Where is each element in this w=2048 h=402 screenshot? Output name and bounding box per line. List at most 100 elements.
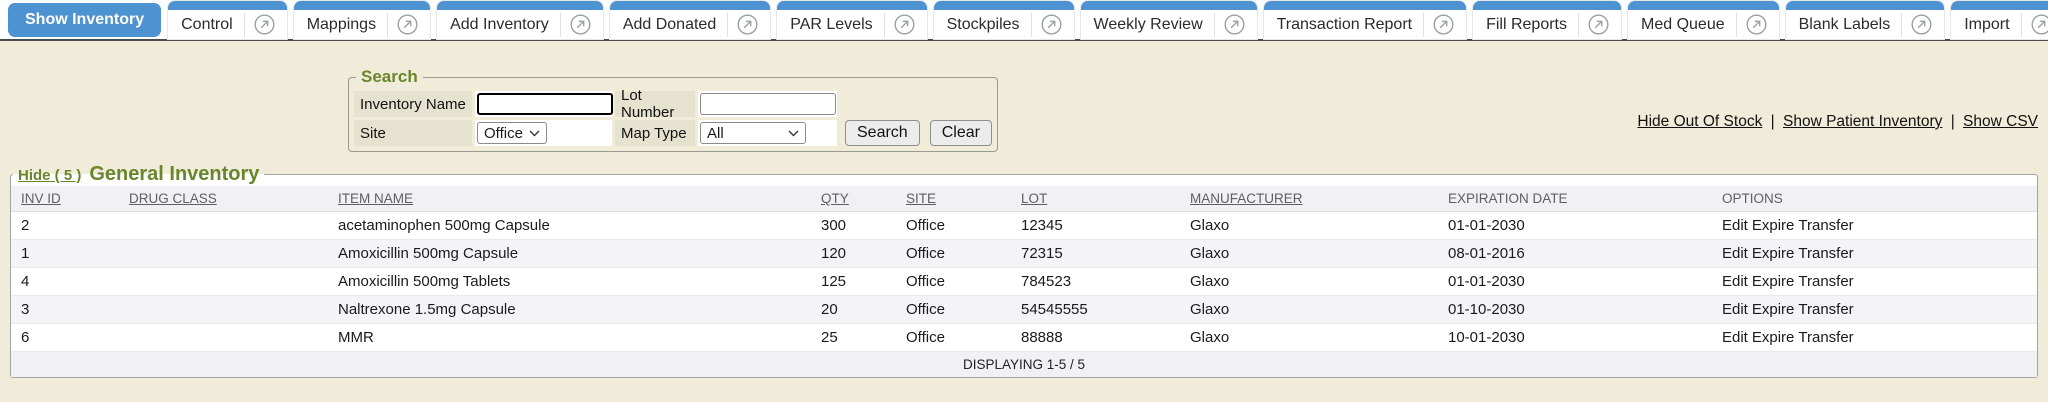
tab-add-donated[interactable]: Add Donated: [610, 1, 770, 39]
tab-add-inventory[interactable]: Add Inventory: [437, 1, 603, 39]
inventory-row: 2acetaminophen 500mg Capsule300Office123…: [11, 212, 2037, 240]
tab-top-accent: [777, 1, 926, 10]
inventory-name-input[interactable]: [477, 93, 613, 115]
open-in-new-window-icon[interactable]: [569, 13, 600, 36]
expire-link[interactable]: Expire: [1752, 245, 1795, 262]
open-in-new-window-icon[interactable]: [253, 13, 284, 36]
inventory-table-body: 2acetaminophen 500mg Capsule300Office123…: [11, 212, 2037, 352]
column-header-lot[interactable]: LOT: [1011, 186, 1180, 212]
tab-divider: [1423, 13, 1424, 37]
cell-manufacturer: Glaxo: [1180, 212, 1438, 240]
cell-qty: 25: [811, 324, 896, 352]
column-header-item-name[interactable]: ITEM NAME: [328, 186, 811, 212]
site-label: Site: [354, 120, 472, 146]
column-header-site[interactable]: SITE: [896, 186, 1011, 212]
open-in-new-window-icon[interactable]: [893, 13, 924, 36]
cell-site: Office: [896, 240, 1011, 268]
tab-par-levels[interactable]: PAR Levels: [777, 1, 926, 39]
column-header-drug-class[interactable]: DRUG CLASS: [119, 186, 328, 212]
open-in-new-window-icon[interactable]: [736, 13, 767, 36]
expire-link[interactable]: Expire: [1752, 273, 1795, 290]
open-in-new-window-icon[interactable]: [1587, 13, 1618, 36]
tab-label: Transaction Report: [1277, 16, 1412, 34]
tab-divider: [727, 13, 728, 37]
expire-link[interactable]: Expire: [1752, 329, 1795, 346]
open-in-new-window-icon[interactable]: [2030, 13, 2048, 36]
tab-top-accent: [1628, 1, 1779, 10]
cell-manufacturer: Glaxo: [1180, 324, 1438, 352]
tab-import[interactable]: Import: [1951, 1, 2048, 39]
tab-top-accent: [1786, 1, 1945, 10]
cell-item-name: Amoxicillin 500mg Tablets: [328, 268, 811, 296]
tab-control[interactable]: Control: [168, 1, 287, 39]
map-type-label: Map Type: [615, 120, 695, 146]
cell-inv-id: 3: [11, 296, 119, 324]
tab-divider: [1031, 13, 1032, 37]
show-patient-inventory-link[interactable]: Show Patient Inventory: [1783, 113, 1942, 130]
edit-link[interactable]: Edit: [1722, 245, 1748, 262]
tab-divider: [884, 13, 885, 37]
hide-out-of-stock-link[interactable]: Hide Out Of Stock: [1637, 113, 1762, 130]
link-separator: |: [1947, 113, 1959, 130]
tab-show-inventory[interactable]: Show Inventory: [8, 3, 161, 37]
cell-site: Office: [896, 324, 1011, 352]
cell-expiration-date: 08-01-2016: [1438, 240, 1712, 268]
lot-number-input[interactable]: [700, 93, 836, 115]
open-in-new-window-icon[interactable]: [1910, 13, 1941, 36]
tab-top-accent: [610, 1, 770, 10]
open-in-new-window-icon[interactable]: [1432, 13, 1463, 36]
open-in-new-window-icon[interactable]: [1040, 13, 1071, 36]
clear-button[interactable]: Clear: [930, 120, 992, 146]
tab-top-accent: [934, 1, 1074, 10]
tab-divider: [1736, 13, 1737, 37]
tab-label: Med Queue: [1641, 16, 1725, 34]
map-type-select[interactable]: All: [700, 122, 806, 144]
tab-fill-reports[interactable]: Fill Reports: [1473, 1, 1621, 39]
general-inventory-fieldset: Hide ( 5 ) General Inventory INV IDDRUG …: [10, 163, 2038, 378]
general-inventory-title: General Inventory: [89, 163, 259, 186]
transfer-link[interactable]: Transfer: [1798, 217, 1853, 234]
open-in-new-window-icon[interactable]: [1223, 13, 1254, 36]
cell-expiration-date: 10-01-2030: [1438, 324, 1712, 352]
tab-med-queue[interactable]: Med Queue: [1628, 1, 1779, 39]
cell-lot: 88888: [1011, 324, 1180, 352]
column-header-qty[interactable]: QTY: [811, 186, 896, 212]
cell-lot: 72315: [1011, 240, 1180, 268]
lot-number-label: Lot Number: [615, 91, 695, 117]
tab-label: PAR Levels: [790, 16, 872, 34]
tab-label: Fill Reports: [1486, 16, 1567, 34]
expire-link[interactable]: Expire: [1752, 301, 1795, 318]
quick-links: Hide Out Of Stock | Show Patient Invento…: [1637, 113, 2038, 131]
tab-divider: [1214, 13, 1215, 37]
tab-divider: [560, 13, 561, 37]
tab-transaction-report[interactable]: Transaction Report: [1264, 1, 1466, 39]
transfer-link[interactable]: Transfer: [1798, 273, 1853, 290]
site-select[interactable]: Office: [477, 122, 547, 144]
show-csv-link[interactable]: Show CSV: [1963, 113, 2038, 130]
cell-site: Office: [896, 296, 1011, 324]
column-header-inv-id[interactable]: INV ID: [11, 186, 119, 212]
expire-link[interactable]: Expire: [1752, 217, 1795, 234]
cell-lot: 54545555: [1011, 296, 1180, 324]
column-header-manufacturer[interactable]: MANUFACTURER: [1180, 186, 1438, 212]
edit-link[interactable]: Edit: [1722, 301, 1748, 318]
cell-item-name: Amoxicillin 500mg Capsule: [328, 240, 811, 268]
open-in-new-window-icon[interactable]: [396, 13, 427, 36]
tab-mappings[interactable]: Mappings: [294, 1, 430, 39]
tab-label: Import: [1964, 16, 2009, 34]
cell-options: EditExpireTransfer: [1712, 296, 2037, 324]
edit-link[interactable]: Edit: [1722, 217, 1748, 234]
open-in-new-window-icon[interactable]: [1745, 13, 1776, 36]
transfer-link[interactable]: Transfer: [1798, 245, 1853, 262]
edit-link[interactable]: Edit: [1722, 273, 1748, 290]
hide-count-link[interactable]: Hide ( 5 ): [18, 167, 81, 184]
tab-stockpiles[interactable]: Stockpiles: [934, 1, 1074, 39]
column-header-options: OPTIONS: [1712, 186, 2037, 212]
search-button[interactable]: Search: [845, 120, 920, 146]
chevron-down-icon: [529, 130, 540, 137]
tab-blank-labels[interactable]: Blank Labels: [1786, 1, 1945, 39]
tab-weekly-review[interactable]: Weekly Review: [1081, 1, 1257, 39]
edit-link[interactable]: Edit: [1722, 329, 1748, 346]
transfer-link[interactable]: Transfer: [1798, 329, 1853, 346]
transfer-link[interactable]: Transfer: [1798, 301, 1853, 318]
